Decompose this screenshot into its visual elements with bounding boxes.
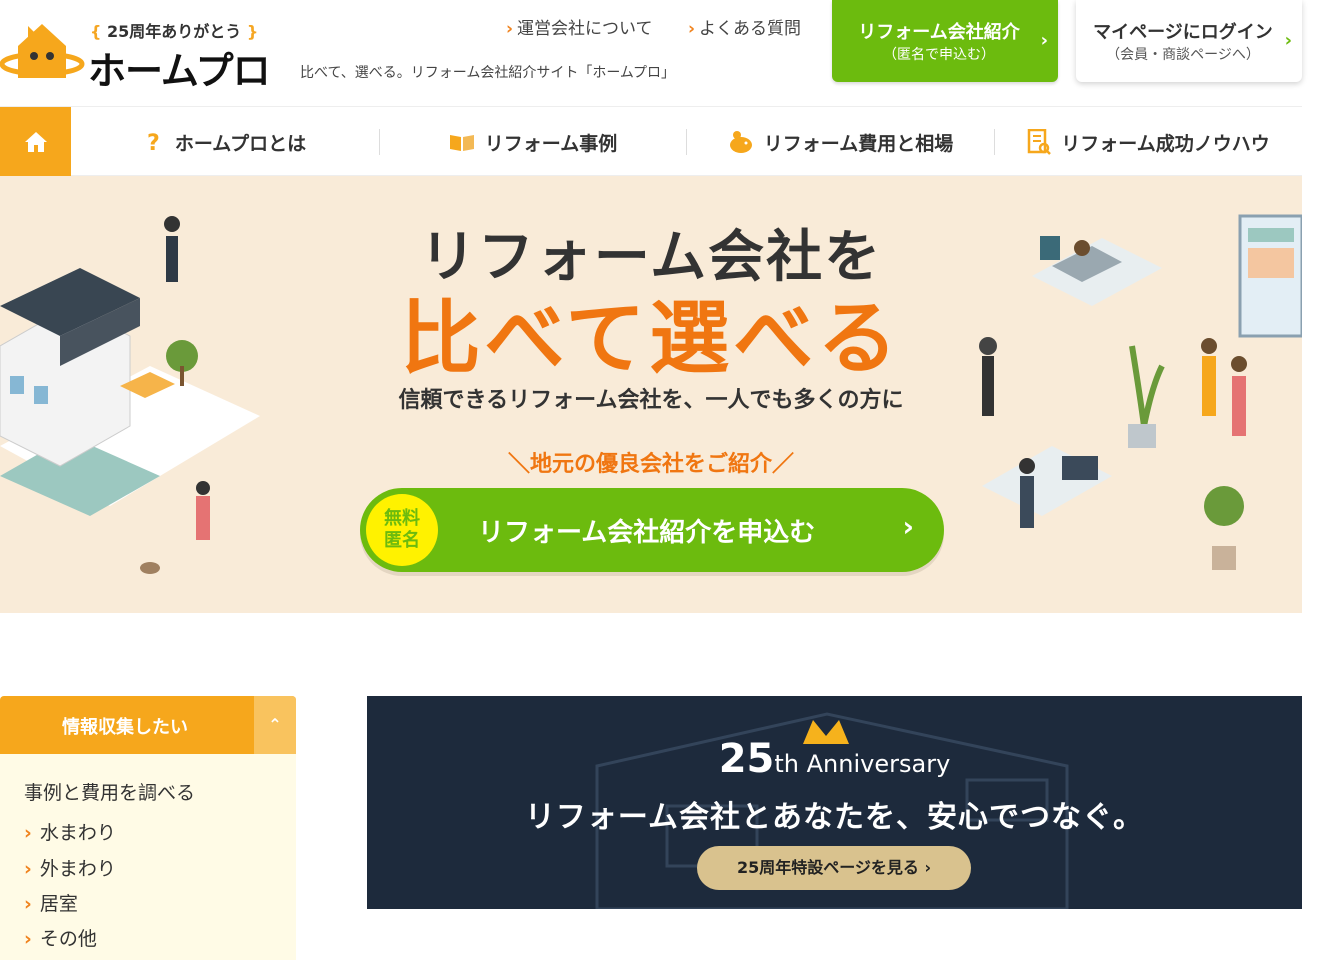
nav-item-knowhow[interactable]: リフォーム成功ノウハウ <box>995 107 1302 177</box>
brand-name: ホームプロ <box>88 49 271 93</box>
book-icon <box>449 132 475 152</box>
hero-subline: 信頼できるリフォーム会社を、一人でも多くの方に <box>398 388 904 413</box>
chevron-right-icon: › <box>902 510 914 543</box>
hero-section: リフォーム会社を 比べて選べる 信頼できるリフォーム会社を、一人でも多くの方に … <box>0 176 1302 613</box>
sidebar-item-exterior[interactable]: › 外まわり <box>24 854 116 881</box>
site-logo[interactable]: { 25周年ありがとう } ホームプロ <box>0 12 271 93</box>
chevron-right-icon: › <box>24 822 32 844</box>
question-icon: ? <box>145 130 165 154</box>
home-icon <box>25 132 47 152</box>
hero-headline-accent: 比べて選べる <box>400 292 902 385</box>
chevron-right-icon: › <box>688 19 696 39</box>
sidebar-item-water[interactable]: › 水まわり <box>24 818 116 845</box>
nav-item-cases[interactable]: リフォーム事例 <box>380 107 686 177</box>
chevron-right-icon: › <box>24 858 32 880</box>
anniversary-title: 25th Anniversary <box>718 736 951 782</box>
reform-intro-button[interactable]: リフォーム会社紹介 （匿名で申込む） › <box>832 0 1058 82</box>
site-header: { 25周年ありがとう } ホームプロ 比べて、選べる。リフォーム会社紹介サイト… <box>0 0 1320 106</box>
company-link[interactable]: › 運営会社について <box>506 14 653 39</box>
main-nav: ? ホームプロとは リフォーム事例 リフォーム費用と相場 リフォーム成功ノウハウ <box>0 106 1302 177</box>
anniversary-banner[interactable]: 25th Anniversary リフォーム会社とあなたを、安心でつなぐ。 25… <box>367 696 1302 909</box>
piggy-bank-icon <box>728 130 754 154</box>
reform-apply-button[interactable]: 無料 匿名 リフォーム会社紹介を申込む › <box>360 488 944 572</box>
chevron-right-icon: › <box>1040 30 1048 51</box>
site-tagline: 比べて、選べる。リフォーム会社紹介サイト「ホームプロ」 <box>300 65 676 81</box>
sidebar-section-title: 事例と費用を調べる <box>24 782 196 804</box>
anniversary-label: { 25周年ありがとう } <box>90 22 259 41</box>
sidebar-item-other[interactable]: › その他 <box>24 924 97 951</box>
hero-local-label: ＼地元の優良会社をご紹介／ <box>507 452 794 477</box>
nav-item-about[interactable]: ? ホームプロとは <box>72 107 379 177</box>
chevron-right-icon: › <box>24 928 32 950</box>
free-anonymous-badge: 無料 匿名 <box>366 494 438 566</box>
login-button[interactable]: マイページにログイン （会員・商談ページへ） › <box>1076 0 1302 82</box>
chevron-right-icon: › <box>1284 30 1292 51</box>
faq-link[interactable]: › よくある質問 <box>688 14 801 39</box>
svg-text:?: ? <box>147 131 160 154</box>
chevron-right-icon: › <box>24 893 32 915</box>
sidebar-accordion-header[interactable]: 情報収集したい ⌃ <box>0 696 296 754</box>
sidebar-body: 事例と費用を調べる › 水まわり › 外まわり › 居室 › その他 <box>0 754 296 960</box>
document-icon <box>1027 129 1052 155</box>
info-sidebar: 情報収集したい ⌃ 事例と費用を調べる › 水まわり › 外まわり › 居室 › その他 <box>0 696 296 960</box>
nav-item-cost[interactable]: リフォーム費用と相場 <box>687 107 994 177</box>
anniversary-page-button[interactable]: 25周年特設ページを見る › <box>697 846 971 890</box>
banner-headline: リフォーム会社とあなたを、安心でつなぐ。 <box>524 800 1145 835</box>
nav-home-button[interactable] <box>0 107 71 177</box>
chevron-up-icon[interactable]: ⌃ <box>254 696 296 754</box>
sidebar-item-rooms[interactable]: › 居室 <box>24 889 78 916</box>
chevron-right-icon: › <box>506 19 514 39</box>
house-logo-icon <box>0 24 85 78</box>
